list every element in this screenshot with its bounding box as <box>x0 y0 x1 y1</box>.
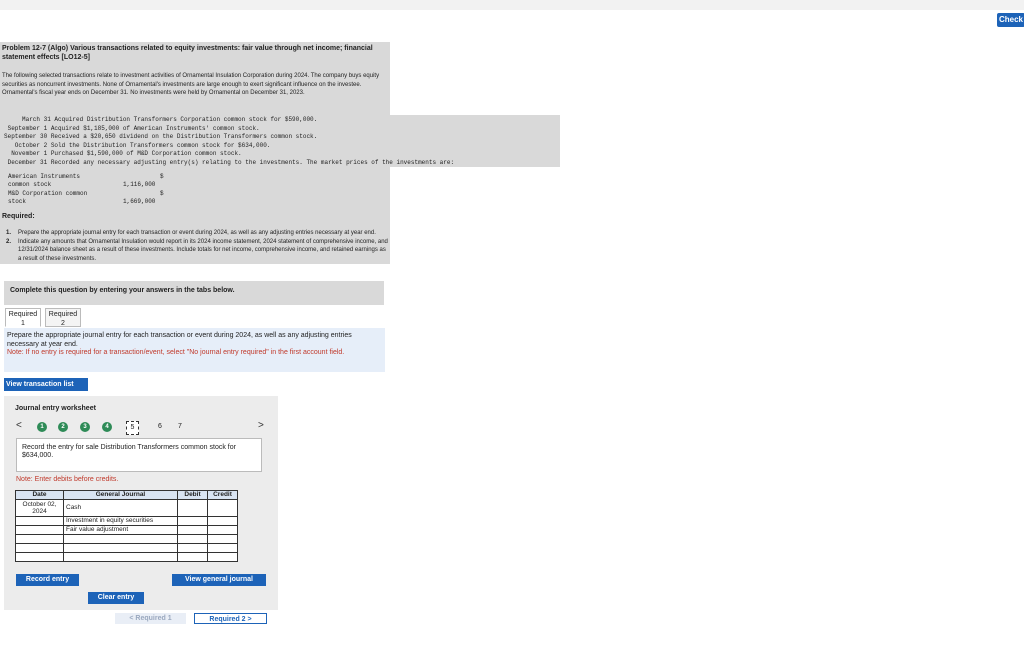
date-cell[interactable]: October 02, 2024 <box>15 499 64 517</box>
worksheet-title: Journal entry worksheet <box>15 405 96 412</box>
top-bar <box>0 0 1024 10</box>
instructions-note: Note: If no entry is required for a tran… <box>7 349 345 356</box>
table-row: Investment in equity securities <box>15 516 238 526</box>
step-4-button[interactable]: 4 <box>102 422 112 432</box>
account-cell[interactable] <box>63 543 178 553</box>
account-cell[interactable] <box>63 534 178 544</box>
date-cell[interactable] <box>15 516 64 526</box>
debit-cell[interactable] <box>177 543 208 553</box>
col-general-journal: General Journal <box>63 490 178 500</box>
table-row <box>15 552 238 562</box>
record-entry-button[interactable]: Record entry <box>16 574 79 586</box>
journal-table: Date General Journal Debit Credit Octobe… <box>15 490 238 562</box>
transaction-row: September 1 Acquired $1,185,000 of Ameri… <box>4 124 260 132</box>
credit-cell[interactable] <box>207 525 238 535</box>
credit-cell[interactable] <box>207 534 238 544</box>
required-item: 2. Indicate any amounts that Ornamental I… <box>6 238 388 262</box>
required-heading: Required: <box>2 213 35 220</box>
debit-cell[interactable] <box>177 516 208 526</box>
step-1-button[interactable]: 1 <box>37 422 47 432</box>
step-7-button[interactable]: 7 <box>178 422 182 432</box>
table-row: Fair value adjustment <box>15 525 238 535</box>
step-2-button[interactable]: 2 <box>58 422 68 432</box>
step-3-button[interactable]: 3 <box>80 422 90 432</box>
view-transaction-list-button[interactable]: View transaction list <box>4 378 88 391</box>
tab-required-1[interactable]: Required 1 <box>5 308 41 327</box>
next-required-button[interactable]: Required 2 > <box>194 613 267 624</box>
account-cell[interactable]: Cash <box>63 499 178 517</box>
journal-entry-worksheet: Journal entry worksheet < 1 2 3 4 5 6 7 … <box>4 396 278 610</box>
date-cell[interactable] <box>15 552 64 562</box>
col-debit: Debit <box>177 490 208 500</box>
chevron-right-icon[interactable]: > <box>258 420 264 431</box>
credit-cell[interactable] <box>207 552 238 562</box>
check-button[interactable]: Check <box>997 13 1024 27</box>
transaction-row: September 30 Received a $20,650 dividend… <box>4 133 318 140</box>
date-cell[interactable] <box>15 543 64 553</box>
transaction-row: March 31 Acquired Distribution Transform… <box>4 116 318 123</box>
step-6-button[interactable]: 6 <box>158 422 162 432</box>
transaction-row: December 31 Recorded any necessary adjus… <box>4 158 455 166</box>
required-item: 1. Prepare the appropriate journal entry … <box>6 230 376 236</box>
transaction-row: November 1 Purchased $1,590,000 of M&D C… <box>4 150 242 157</box>
table-row <box>15 534 238 544</box>
debits-note: Note: Enter debits before credits. <box>16 476 119 483</box>
col-credit: Credit <box>207 490 238 500</box>
required-list: 1. Prepare the appropriate journal entry … <box>6 229 390 263</box>
complete-instructions: Complete this question by entering your … <box>4 281 384 305</box>
view-general-journal-button[interactable]: View general journal <box>172 574 266 586</box>
instructions-panel: Prepare the appropriate journal entry fo… <box>4 328 385 372</box>
date-cell[interactable] <box>15 534 64 544</box>
table-row <box>15 543 238 553</box>
table-row: October 02, 2024 Cash <box>15 499 238 517</box>
problem-title: Problem 12-7 (Algo) Various transactions… <box>2 45 373 61</box>
market-prices-table: American Instruments common stock $ 1,11… <box>6 173 167 207</box>
debit-cell[interactable] <box>177 499 208 517</box>
credit-cell[interactable] <box>207 543 238 553</box>
debit-cell[interactable] <box>177 552 208 562</box>
problem-intro: The following selected transactions rela… <box>2 73 380 96</box>
step-5-current[interactable]: 5 <box>126 421 139 435</box>
entry-description: Record the entry for sale Distribution T… <box>16 438 262 472</box>
account-cell[interactable] <box>63 552 178 562</box>
credit-cell[interactable] <box>207 516 238 526</box>
col-date: Date <box>15 490 64 500</box>
instructions-text: Prepare the appropriate journal entry fo… <box>7 332 352 348</box>
account-cell[interactable]: Investment in equity securities <box>63 516 178 526</box>
clear-entry-button[interactable]: Clear entry <box>88 592 144 604</box>
prev-required-button[interactable]: < Required 1 <box>115 613 186 624</box>
transactions-block: March 31 Acquired Distribution Transform… <box>2 115 560 167</box>
account-cell[interactable]: Fair value adjustment <box>63 525 178 535</box>
debit-cell[interactable] <box>177 525 208 535</box>
credit-cell[interactable] <box>207 499 238 517</box>
debit-cell[interactable] <box>177 534 208 544</box>
tab-required-2[interactable]: Required 2 <box>45 308 81 327</box>
date-cell[interactable] <box>15 525 64 535</box>
transaction-row: October 2 Sold the Distribution Transfor… <box>4 141 271 149</box>
chevron-left-icon[interactable]: < <box>16 420 22 431</box>
